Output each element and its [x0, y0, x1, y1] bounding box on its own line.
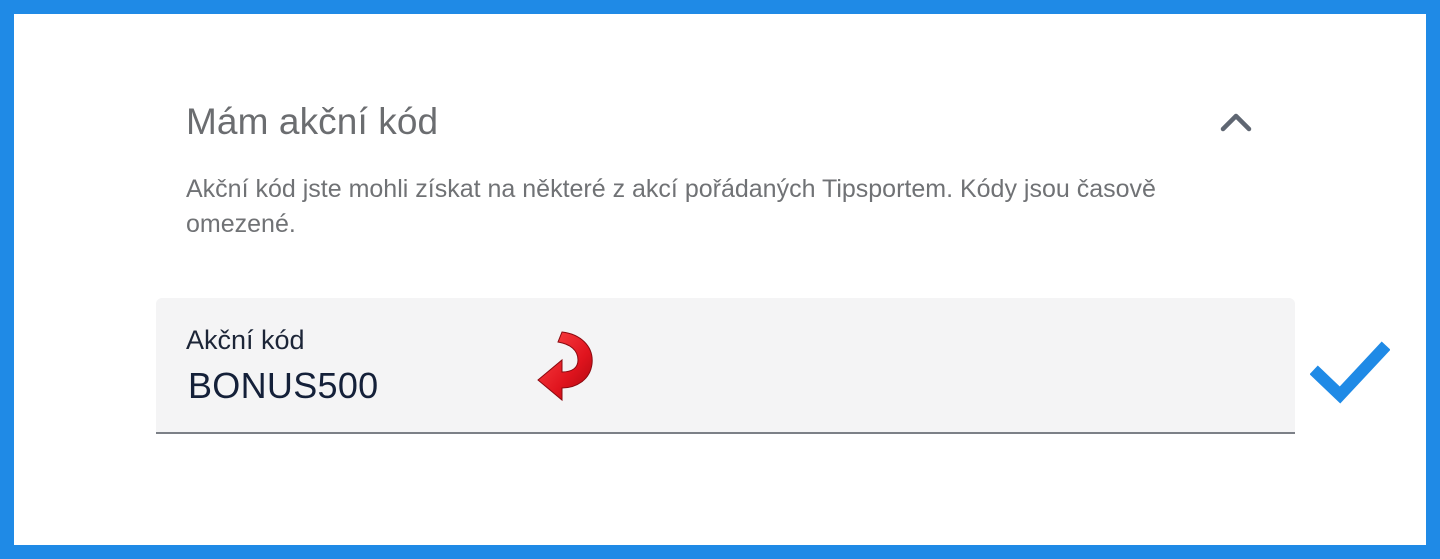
checkmark-icon[interactable]	[1310, 340, 1390, 406]
collapse-toggle-button[interactable]	[1214, 104, 1258, 140]
chevron-up-icon	[1220, 113, 1252, 132]
curved-arrow-icon	[537, 331, 593, 402]
promo-code-field[interactable]: Akční kód	[156, 298, 1295, 434]
promo-code-input[interactable]	[188, 362, 788, 410]
promo-code-panel: Mám akční kód Akční kód jste mohli získa…	[14, 14, 1426, 545]
section-title: Mám akční kód	[186, 101, 439, 142]
promo-code-label: Akční kód	[186, 325, 305, 355]
section-description: Akční kód jste mohli získat na některé z…	[186, 175, 1156, 238]
